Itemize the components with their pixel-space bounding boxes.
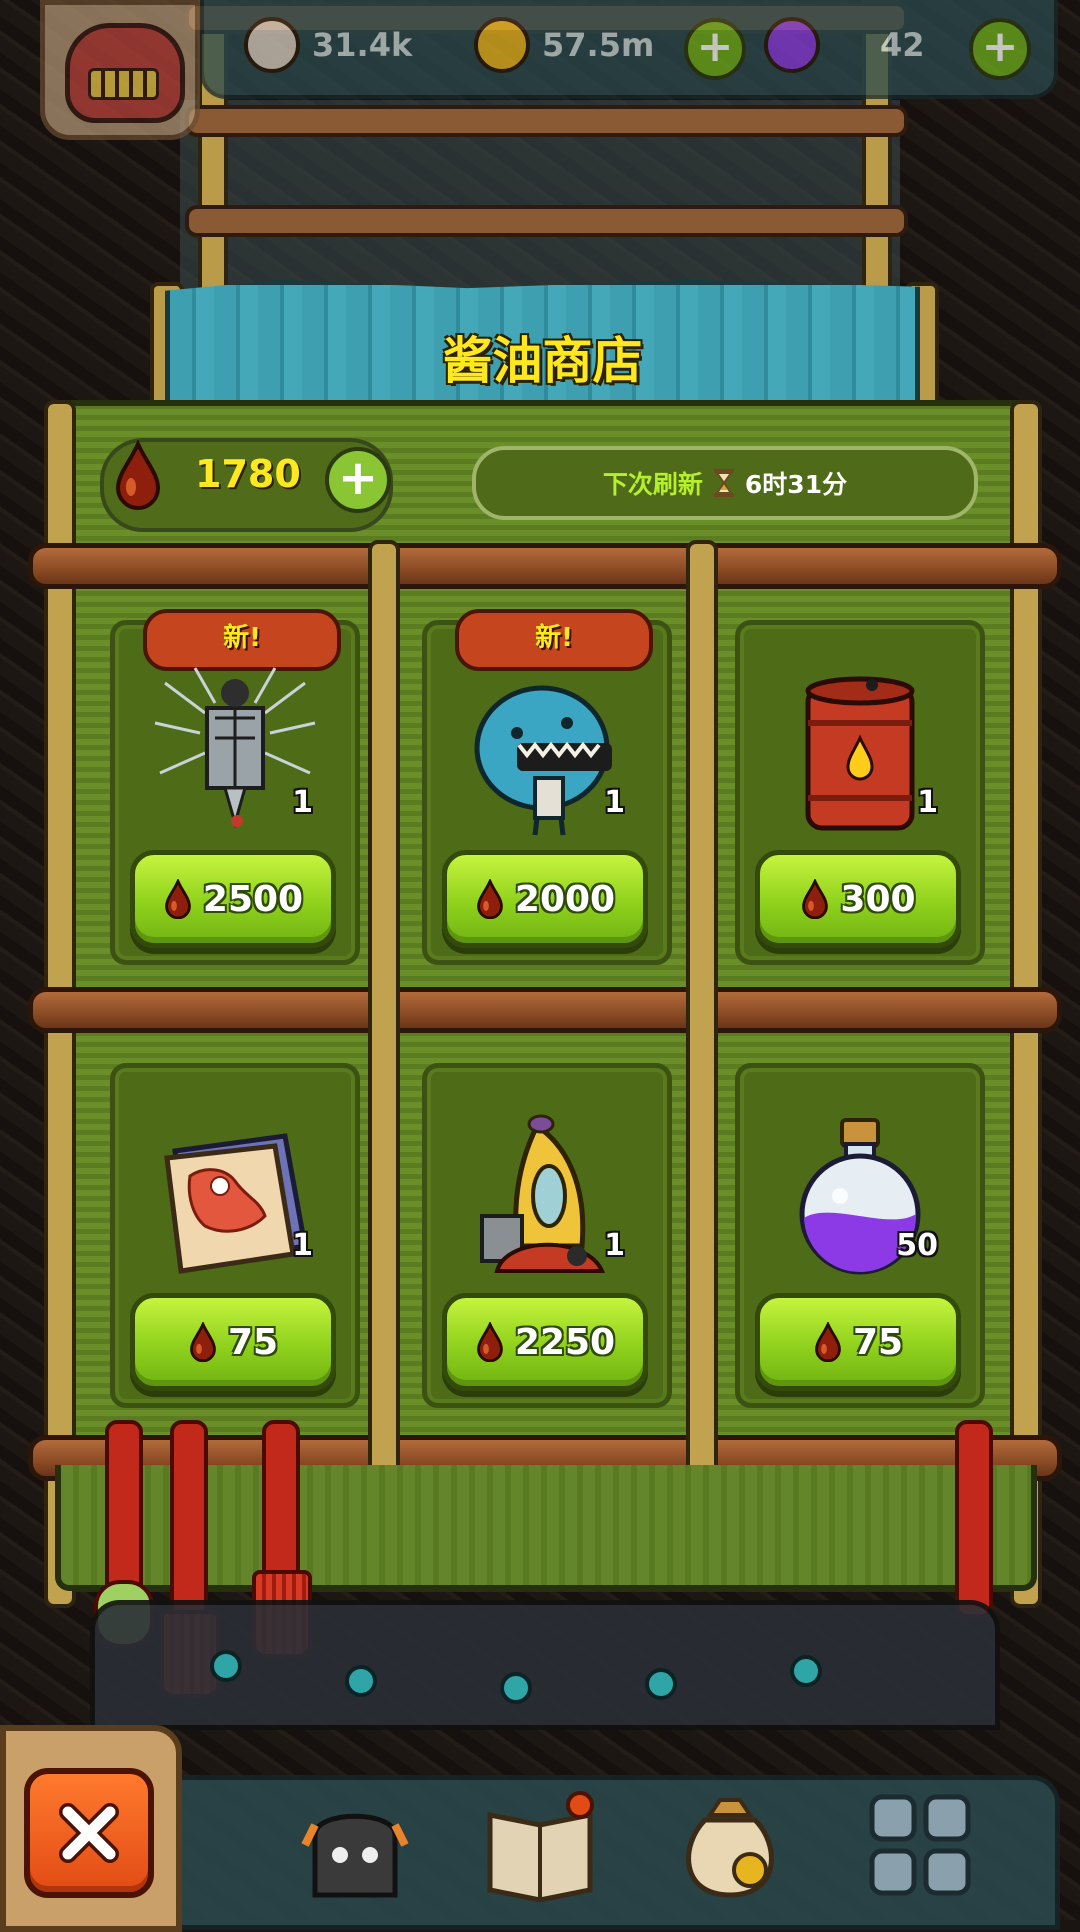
- item-quantity: 1: [292, 785, 313, 820]
- shop-banner: 酱油商店: [165, 280, 920, 415]
- soy-drop-icon: [477, 1322, 503, 1362]
- shop-slot-6[interactable]: 50 75: [735, 1063, 985, 1408]
- item-quantity: 1: [917, 785, 938, 820]
- red-tassel: [262, 1420, 300, 1588]
- spellbook-icon[interactable]: [480, 1785, 600, 1905]
- refresh-timer-panel: 下次刷新 6时31分: [472, 446, 978, 520]
- shop-slot-2[interactable]: 新! 1 2000: [422, 609, 672, 965]
- close-icon: [59, 1803, 119, 1863]
- add-soy-button[interactable]: +: [325, 447, 391, 513]
- soy-drop-icon: [190, 1322, 216, 1362]
- buy-button[interactable]: 75: [130, 1293, 336, 1391]
- buy-button[interactable]: 300: [755, 850, 961, 948]
- teal-stud: [345, 1665, 377, 1697]
- shelf-divider: [686, 540, 718, 1478]
- buy-button[interactable]: 2000: [442, 850, 648, 948]
- potion-resource-value: 42: [880, 26, 925, 64]
- refresh-label: 下次刷新: [602, 470, 703, 499]
- item-quantity: 1: [604, 785, 625, 820]
- grid-menu-icon[interactable]: [860, 1785, 980, 1905]
- buy-button[interactable]: 2250: [442, 1293, 648, 1391]
- red-tassel: [170, 1420, 208, 1628]
- monster-furnace-icon[interactable]: [295, 1785, 415, 1905]
- potion-resource: 42: [764, 17, 925, 73]
- item-price: 2000: [514, 878, 616, 920]
- purple-potion-icon: [764, 17, 820, 73]
- soy-drop-icon: [815, 1322, 841, 1362]
- soy-drop-icon: [802, 879, 829, 919]
- hourglass-icon: [713, 469, 734, 497]
- eye-resource-value: 31.4k: [312, 26, 413, 64]
- player-avatar[interactable]: [40, 0, 200, 140]
- eye-resource: 31.4k: [244, 17, 413, 73]
- item-price: 2250: [514, 1321, 616, 1363]
- resource-bar: 31.4k 57.5m + 42 +: [200, 0, 1058, 99]
- ladder-rung: [185, 105, 908, 137]
- close-button[interactable]: [24, 1768, 154, 1898]
- coin-sack-icon[interactable]: [670, 1785, 790, 1905]
- shelf-rod-middle: [28, 987, 1062, 1033]
- item-price: 2500: [202, 878, 304, 920]
- shop-slot-5[interactable]: 1 2250: [422, 1063, 672, 1408]
- soy-drop-icon: [115, 440, 161, 510]
- item-price: 300: [840, 878, 916, 920]
- item-quantity: 50: [896, 1228, 938, 1263]
- add-potions-button[interactable]: +: [969, 18, 1031, 80]
- ladder-rung: [185, 205, 908, 237]
- red-tassel: [955, 1420, 993, 1618]
- soy-currency-value: 1780: [195, 452, 301, 496]
- eyeball-icon: [244, 17, 300, 73]
- shop-slot-3[interactable]: 1 300: [735, 620, 985, 965]
- new-badge: 新!: [455, 609, 653, 671]
- teal-stud: [645, 1668, 677, 1700]
- soy-drop-icon: [477, 879, 503, 919]
- buy-button[interactable]: 2500: [130, 850, 336, 948]
- shelf-rod-top: [28, 543, 1062, 589]
- item-price: 75: [852, 1321, 904, 1363]
- coin-resource: 57.5m: [474, 17, 655, 73]
- gold-coin-icon: [474, 17, 530, 73]
- item-quantity: 1: [292, 1228, 313, 1263]
- shop-slot-1[interactable]: 新! 1 2500: [110, 609, 360, 965]
- teal-stud: [500, 1672, 532, 1704]
- teal-stud: [210, 1650, 242, 1682]
- shelf-divider: [368, 540, 400, 1478]
- monster-avatar-icon: [65, 23, 185, 123]
- coin-resource-value: 57.5m: [542, 26, 655, 64]
- item-quantity: 1: [604, 1228, 625, 1263]
- shop-slot-4[interactable]: 1 75: [110, 1063, 360, 1408]
- teal-stud: [790, 1655, 822, 1687]
- new-badge: 新!: [143, 609, 341, 671]
- red-tassel: [105, 1420, 143, 1598]
- soy-drop-icon: [165, 879, 191, 919]
- item-price: 75: [227, 1321, 279, 1363]
- shop-title: 酱油商店: [442, 332, 643, 390]
- buy-button[interactable]: 75: [755, 1293, 961, 1391]
- refresh-time: 6时31分: [744, 470, 848, 499]
- add-coins-button[interactable]: +: [684, 18, 746, 80]
